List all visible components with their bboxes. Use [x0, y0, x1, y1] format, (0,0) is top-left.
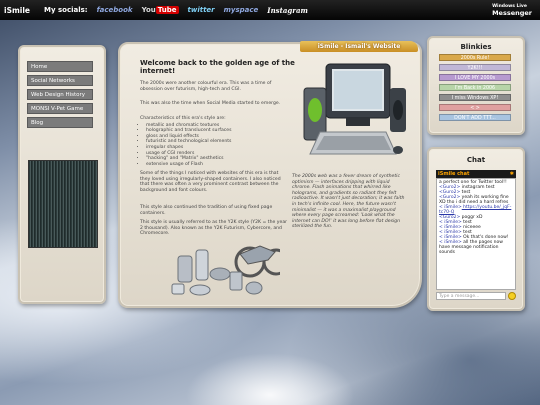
blinkie: Y2K!!!	[439, 64, 511, 71]
messenger-link[interactable]: Windows Live Messenger	[492, 3, 532, 17]
social-media-paragraph: This was also the time when Social Media…	[140, 101, 281, 106]
page-heading: Welcome back to the golden age of the in…	[140, 59, 295, 75]
emoji-smiley-icon[interactable]	[508, 292, 516, 300]
matrix-image	[28, 160, 98, 248]
youtube-you: You	[141, 6, 156, 14]
characteristics-intro: Characteristics of this era's style are:	[140, 116, 226, 121]
intro-paragraph: The 2000s were another colourful era. Th…	[140, 81, 272, 92]
chat-message: <Guro2> yeah its working fine XD tho i d…	[439, 195, 509, 205]
chat-header: iSmile chat ✱	[436, 170, 516, 178]
blinkie: DON'T ADD TTT...	[439, 114, 511, 121]
messenger-label: Messenger	[492, 9, 532, 17]
gadgets-illustration	[171, 245, 280, 296]
chat-panel: Chat iSmile chat ✱ a perfect one for Twi…	[427, 147, 525, 311]
chat-message: < iSmile> all the pages now have message…	[439, 240, 503, 255]
twitter-link[interactable]: twitter	[188, 6, 215, 14]
main-panel: iSmile - Ismail's Website Welcome back t…	[118, 41, 422, 308]
blinkie: < >	[439, 104, 511, 111]
chat-input[interactable]: Type a message...	[436, 292, 506, 300]
blinkie: I'm Back in 2006	[439, 84, 511, 91]
chat-settings-icon[interactable]: ✱	[510, 170, 514, 178]
youtube-tube: Tube	[155, 6, 179, 14]
nav-panel: Home Social Networks Web Design History …	[18, 45, 106, 304]
myspace-link[interactable]: myspace	[224, 6, 259, 14]
instagram-link[interactable]: Instagram	[267, 6, 308, 15]
blinkies-panel: Blinkies 2000s Rule! Y2K!!! I LOVE MY 20…	[427, 36, 525, 135]
site-title-tag: iSmile - Ismail's Website	[300, 41, 418, 52]
characteristics-list: metallic and chromatic textures holograp…	[140, 123, 290, 168]
chat-log[interactable]: a perfect one for Twitter tool!! <Guro2>…	[436, 178, 516, 290]
chat-header-label: iSmile chat	[438, 171, 470, 177]
chat-title: Chat	[466, 156, 486, 164]
characteristics-block: Characteristics of this era's style are:…	[140, 116, 290, 167]
containers-paragraph: Some of the things I noticed with websit…	[140, 171, 281, 193]
nav-item-social-networks[interactable]: Social Networks	[27, 75, 93, 86]
list-item: extensive usage of Flash	[146, 162, 290, 168]
facebook-link[interactable]: facebook	[97, 6, 133, 14]
computer-illustration	[303, 63, 406, 155]
socials-label: My socials:	[44, 6, 88, 14]
chat-message: < iSmile> https://youtu.be/_jqF-tc70-Q	[439, 205, 512, 215]
fixed-containers-paragraph: This style also continued the tradition …	[140, 205, 273, 216]
blinkie: I miss Windows XP!	[439, 94, 511, 101]
quote-paragraph: The 2000s web was a fever dream of synth…	[292, 174, 405, 230]
nav-item-blog[interactable]: Blog	[27, 117, 93, 128]
blinkies-title: Blinkies	[460, 43, 492, 51]
blinkie: 2000s Rule!	[439, 54, 511, 61]
nav-item-home[interactable]: Home	[27, 61, 93, 72]
site-logo[interactable]: iSmile	[4, 6, 30, 15]
nav-item-vpet-game[interactable]: MONSI V-Pet Game	[27, 103, 93, 114]
blinkie: I LOVE MY 2000s	[439, 74, 511, 81]
top-bar: iSmile My socials: facebook You Tube twit…	[0, 0, 540, 20]
nav-item-web-design-history[interactable]: Web Design History	[27, 89, 93, 100]
youtube-link[interactable]: You Tube	[142, 6, 179, 14]
